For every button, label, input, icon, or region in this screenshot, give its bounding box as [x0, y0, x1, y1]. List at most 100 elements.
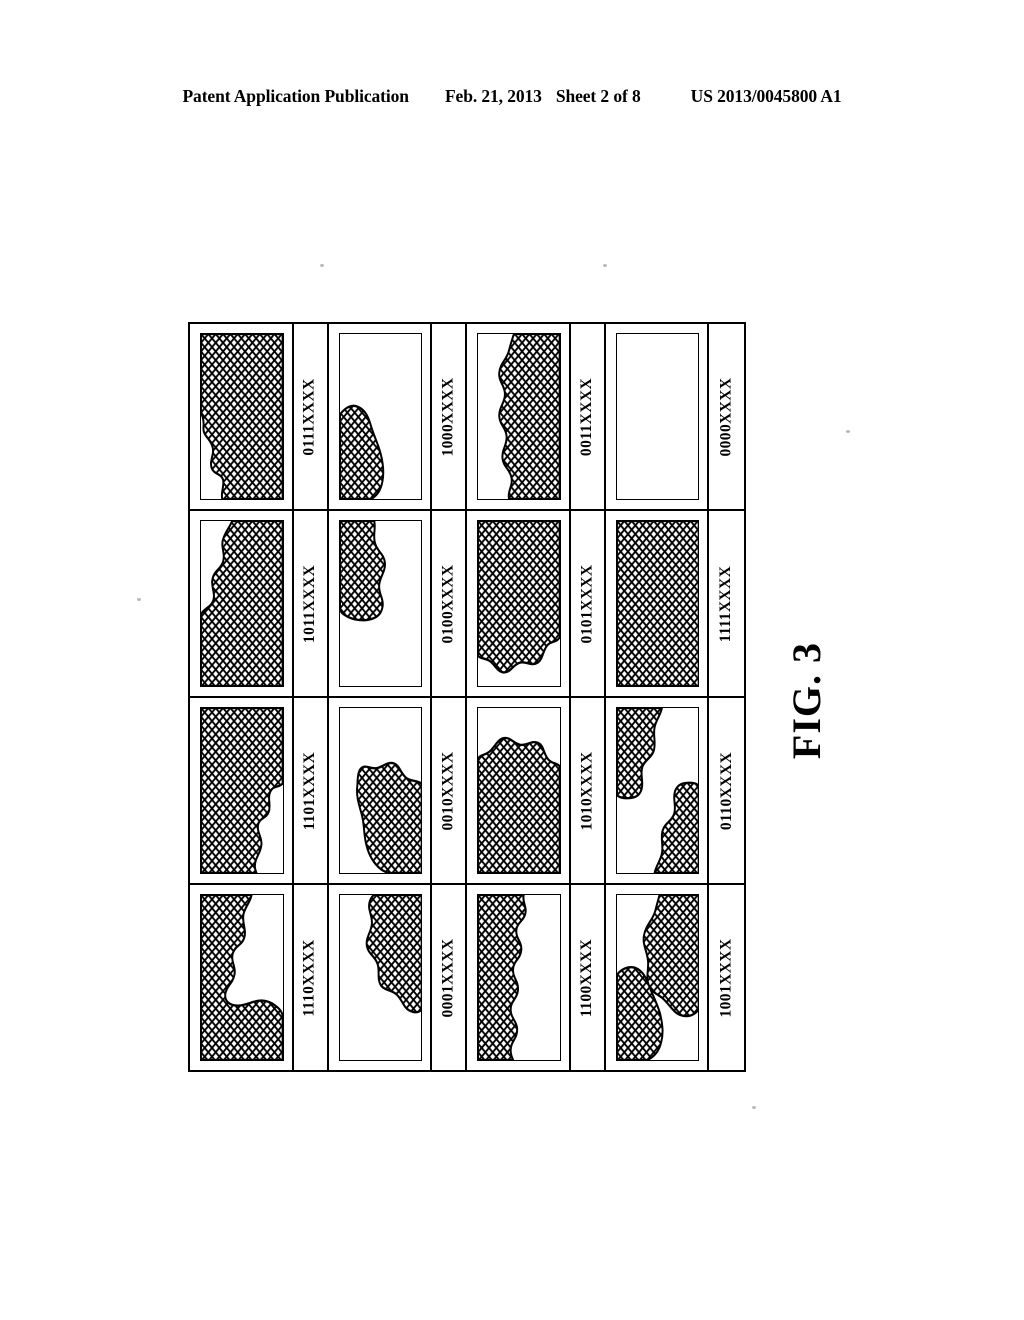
figure-label-cell: 1000XXXX	[430, 324, 467, 509]
scan-speck	[846, 430, 850, 433]
figure-cell-label: 0110XXXX	[717, 751, 735, 830]
figure-cell-pair: 1110XXXX	[190, 885, 329, 1070]
scan-speck	[320, 264, 324, 267]
cell-image-box	[338, 707, 423, 874]
figure-label-cell: 0111XXXX	[291, 324, 329, 509]
figure-cell-label: 1111XXXX	[717, 565, 735, 642]
figure-row: 0111XXXX 1000XXXX 0011XXXX 0000XXXX	[190, 324, 744, 511]
header-docnumber: US 2013/0045800 A1	[690, 86, 842, 106]
cell-image-box	[200, 894, 284, 1061]
figure-caption: FIG. 3	[762, 600, 852, 800]
figure-cell-pair: 0000XXXX	[606, 324, 745, 509]
figure-cell-pair: 1000XXXX	[329, 324, 467, 509]
cell-image-box	[615, 333, 700, 500]
figure-cell-1110XXXX	[190, 885, 292, 1070]
figure-label-cell: 1100XXXX	[568, 885, 606, 1070]
figure-cell-pair: 0001XXXX	[329, 885, 467, 1070]
cell-image-box	[200, 707, 284, 874]
cell-shape	[498, 334, 560, 499]
figure-cell-1101XXXX	[190, 698, 292, 883]
figure-cell-label: 1001XXXX	[717, 938, 735, 1017]
figure-cell-label: 0010XXXX	[439, 751, 457, 830]
figure-cell-pair: 1001XXXX	[606, 885, 745, 1070]
figure-label-cell: 1111XXXX	[707, 511, 744, 696]
figure-cell-pair: 1101XXXX	[190, 698, 329, 883]
figure-label-cell: 0011XXXX	[568, 324, 606, 509]
figure-cell-0110XXXX	[606, 698, 708, 883]
cell-image-box	[615, 520, 700, 687]
figure-cell-label: 1000XXXX	[439, 377, 457, 456]
figure-label-cell: 0010XXXX	[430, 698, 467, 883]
figure-cell-label: 0001XXXX	[439, 938, 457, 1017]
figure-cell-label: 1101XXXX	[301, 751, 319, 830]
figure-cell-pair: 1011XXXX	[190, 511, 329, 696]
cell-image-box	[200, 333, 284, 500]
cell-shape	[201, 895, 283, 1060]
figure-cell-pair: 0111XXXX	[190, 324, 329, 509]
figure-label-cell: 1011XXXX	[291, 511, 329, 696]
figure-cell-1000XXXX	[329, 324, 431, 509]
figure-cell-label: 1100XXXX	[578, 938, 596, 1017]
figure-cell-label: 0011XXXX	[578, 377, 596, 456]
figure-cell-label: 1010XXXX	[578, 751, 596, 830]
cell-shape	[478, 736, 560, 873]
cell-image-box	[338, 894, 423, 1061]
figure-label-cell: 0101XXXX	[568, 511, 606, 696]
figure-label-cell: 1110XXXX	[291, 885, 329, 1070]
figure-row: 1011XXXX 0100XXXX 0101XXXX 1111XXXX	[190, 511, 744, 698]
figure-cell-1010XXXX	[467, 698, 569, 883]
figure-label-cell: 1101XXXX	[291, 698, 329, 883]
figure-row: 1101XXXX 0010XXXX 1010XXXX 0110XXXX	[190, 698, 744, 885]
cell-shape	[339, 521, 386, 622]
header-publication: Patent Application Publication	[182, 86, 409, 106]
cell-shape	[355, 761, 422, 873]
figure-label-cell: 1010XXXX	[568, 698, 606, 883]
cell-image-box	[200, 520, 284, 687]
figure-cell-pair: 1100XXXX	[467, 885, 606, 1070]
figure-cell-pair: 1111XXXX	[606, 511, 745, 696]
figure-cell-0111XXXX	[190, 324, 292, 509]
cell-image-box	[477, 333, 561, 500]
cell-shape	[201, 334, 283, 499]
scan-speck	[752, 1106, 756, 1109]
page-header: Patent Application Publication Feb. 21, …	[0, 86, 1024, 107]
scan-speck	[137, 598, 141, 601]
figure-cell-label: 0000XXXX	[717, 377, 735, 456]
figure-label-cell: 0000XXXX	[707, 324, 744, 509]
figure-label-cell: 1001XXXX	[707, 885, 744, 1070]
figure-label-cell: 0001XXXX	[430, 885, 467, 1070]
cell-shape	[616, 521, 699, 686]
figure-cell-1100XXXX	[467, 885, 569, 1070]
figure-cell-0101XXXX	[467, 511, 569, 696]
cell-shape	[617, 334, 699, 499]
cell-shape	[478, 895, 527, 1060]
cell-image-box	[477, 894, 561, 1061]
figure-cell-pair: 0011XXXX	[467, 324, 606, 509]
figure-cell-pair: 0100XXXX	[329, 511, 467, 696]
figure-cell-label: 0111XXXX	[301, 377, 319, 456]
figure-grid: 0111XXXX 1000XXXX 0011XXXX 0000XXXX 1011…	[188, 322, 746, 1072]
cell-shape	[365, 895, 422, 1014]
header-date: Feb. 21, 2013	[444, 86, 542, 106]
figure-cell-label: 1110XXXX	[301, 938, 319, 1017]
figure-cell-1111XXXX	[606, 511, 708, 696]
figure-cell-label: 0100XXXX	[439, 564, 457, 643]
figure-cell-1011XXXX	[190, 511, 292, 696]
figure-cell-pair: 0010XXXX	[329, 698, 467, 883]
cell-shape	[201, 708, 283, 873]
cell-shape	[616, 708, 699, 873]
figure-cell-0011XXXX	[467, 324, 569, 509]
cell-image-box	[338, 520, 423, 687]
figure-cell-0000XXXX	[606, 324, 708, 509]
cell-shape	[478, 521, 560, 674]
cell-shape	[201, 521, 283, 686]
cell-image-box	[477, 707, 561, 874]
figure-cell-label: 0101XXXX	[578, 564, 596, 643]
cell-image-box	[338, 333, 423, 500]
figure-row: 1110XXXX 0001XXXX 1100XXXX 1001XXXX	[190, 885, 744, 1070]
figure-cell-pair: 1010XXXX	[467, 698, 606, 883]
figure-caption-text: FIG. 3	[784, 641, 830, 759]
figure-cell-pair: 0110XXXX	[606, 698, 745, 883]
figure-cell-pair: 0101XXXX	[467, 511, 606, 696]
cell-image-box	[477, 520, 561, 687]
